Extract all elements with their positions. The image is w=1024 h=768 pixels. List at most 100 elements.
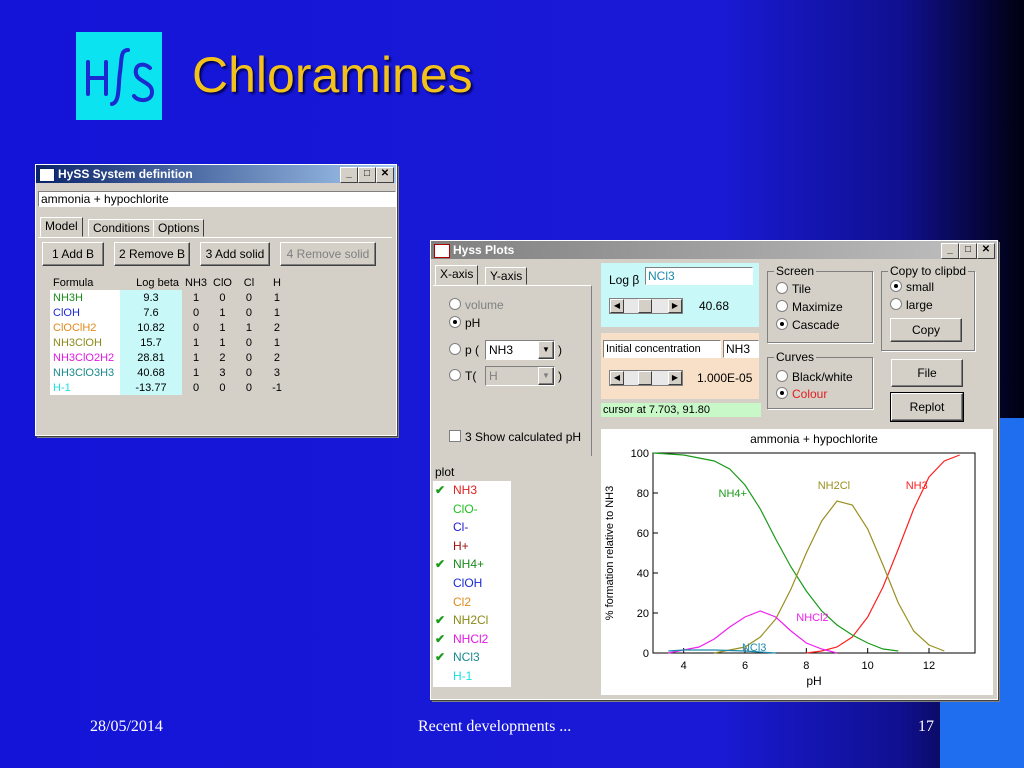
volume-radio[interactable]: volume — [449, 298, 504, 312]
system-definition-titlebar[interactable]: HySS System definition _ □ ✕ — [36, 165, 396, 183]
species-list-item[interactable]: ClO- — [435, 500, 509, 518]
stoichiometry-cell[interactable]: 1 — [210, 320, 235, 335]
log-beta-cell[interactable]: 28.81 — [120, 350, 182, 365]
slider-thumb[interactable] — [638, 371, 652, 385]
formula-cell[interactable]: ClOH — [50, 305, 120, 320]
t-species-select[interactable]: H ▼ — [485, 366, 555, 386]
slider-right-arrow-icon[interactable]: ▶ — [668, 371, 682, 385]
large-radio[interactable]: large — [890, 298, 933, 312]
close-button[interactable]: ✕ — [376, 167, 394, 183]
stoichiometry-cell[interactable]: -1 — [263, 380, 291, 395]
species-list-item[interactable]: ✔ NHCl2 — [435, 630, 509, 648]
tab-x-axis[interactable]: X-axis — [435, 265, 479, 285]
stoichiometry-cell[interactable]: 0 — [235, 335, 263, 350]
remove-solid-button[interactable]: 4 Remove solid — [280, 242, 376, 266]
stoichiometry-cell[interactable]: 0 — [235, 350, 263, 365]
log-beta-cell[interactable]: 15.7 — [120, 335, 182, 350]
stoichiometry-cell[interactable]: 3 — [210, 365, 235, 380]
stoichiometry-cell[interactable]: 1 — [263, 335, 291, 350]
species-list-item[interactable]: ✔ NCl3 — [435, 648, 509, 666]
table-row[interactable]: NH3ClO2H2 28.81 1 2 0 2 — [50, 350, 291, 365]
file-button[interactable]: File — [891, 359, 963, 387]
stoichiometry-cell[interactable]: 0 — [235, 305, 263, 320]
copy-button[interactable]: Copy — [890, 318, 962, 342]
stoichiometry-cell[interactable]: 0 — [182, 305, 210, 320]
slider-thumb[interactable] — [638, 299, 652, 313]
table-row[interactable]: H-1 -13.77 0 0 0 -1 — [50, 380, 291, 395]
chevron-down-icon[interactable]: ▼ — [538, 341, 554, 359]
log-beta-cell[interactable]: 9.3 — [120, 290, 182, 305]
stoichiometry-cell[interactable]: 1 — [182, 335, 210, 350]
species-list-item[interactable]: Cl2 — [435, 593, 509, 611]
log-beta-cell[interactable]: 7.6 — [120, 305, 182, 320]
stoichiometry-cell[interactable]: 3 — [263, 365, 291, 380]
log-beta-cell[interactable]: -13.77 — [120, 380, 182, 395]
stoichiometry-cell[interactable]: 2 — [263, 350, 291, 365]
table-row[interactable]: ClOClH2 10.82 0 1 1 2 — [50, 320, 291, 335]
plots-minimize-button[interactable]: _ — [941, 243, 959, 259]
log-beta-slider[interactable]: ◀ ▶ — [609, 298, 683, 314]
stoichiometry-cell[interactable]: 1 — [263, 290, 291, 305]
formula-cell[interactable]: NH3ClO2H2 — [50, 350, 120, 365]
species-list-item[interactable]: ✔ NH2Cl — [435, 611, 509, 629]
species-list-item[interactable]: H+ — [435, 537, 509, 555]
stoichiometry-cell[interactable]: 1 — [210, 335, 235, 350]
stoichiometry-cell[interactable]: 1 — [235, 320, 263, 335]
species-list-item[interactable]: Cl- — [435, 518, 509, 536]
formula-cell[interactable]: H-1 — [50, 380, 120, 395]
stoichiometry-cell[interactable]: 0 — [210, 290, 235, 305]
stoichiometry-cell[interactable]: 1 — [182, 350, 210, 365]
stoichiometry-cell[interactable]: 0 — [210, 380, 235, 395]
log-beta-species-field[interactable]: NCl3 — [645, 267, 753, 285]
replot-button[interactable]: Replot — [890, 392, 964, 422]
stoichiometry-cell[interactable]: 0 — [235, 290, 263, 305]
show-calculated-ph-checkbox[interactable]: 3 Show calculated pH — [449, 430, 581, 444]
stoichiometry-cell[interactable]: 0 — [182, 320, 210, 335]
tile-radio[interactable]: Tile — [776, 282, 811, 296]
black-white-radio[interactable]: Black/white — [776, 370, 853, 384]
stoichiometry-cell[interactable]: 0 — [235, 365, 263, 380]
plots-titlebar[interactable]: Hyss Plots _ □ ✕ — [431, 241, 997, 259]
colour-radio[interactable]: Colour — [776, 387, 827, 401]
table-row[interactable]: NH3ClOH 15.7 1 1 0 1 — [50, 335, 291, 350]
tab-conditions[interactable]: Conditions — [88, 219, 155, 237]
stoichiometry-cell[interactable]: 1 — [210, 305, 235, 320]
p-species-select[interactable]: NH3 ▼ — [485, 340, 555, 360]
concentration-slider[interactable]: ◀ ▶ — [609, 370, 683, 386]
small-radio[interactable]: small — [890, 280, 934, 294]
tab-model[interactable]: Model — [40, 217, 83, 237]
add-solid-button[interactable]: 3 Add solid — [200, 242, 270, 266]
minimize-button[interactable]: _ — [340, 167, 358, 183]
formula-cell[interactable]: ClOClH2 — [50, 320, 120, 335]
system-name-input[interactable]: ammonia + hypochlorite — [38, 191, 396, 207]
stoichiometry-cell[interactable]: 0 — [235, 380, 263, 395]
log-beta-cell[interactable]: 10.82 — [120, 320, 182, 335]
stoichiometry-cell[interactable]: 1 — [182, 290, 210, 305]
table-row[interactable]: NH3H 9.3 1 0 0 1 — [50, 290, 291, 305]
species-distribution-chart[interactable]: ammonia + hypochlorite pH % formation rela… — [601, 429, 993, 695]
log-beta-cell[interactable]: 40.68 — [120, 365, 182, 380]
chevron-down-icon[interactable]: ▼ — [538, 367, 554, 385]
slider-right-arrow-icon[interactable]: ▶ — [668, 299, 682, 313]
formula-cell[interactable]: NH3ClOH — [50, 335, 120, 350]
maximize-button[interactable]: □ — [358, 167, 376, 183]
table-row[interactable]: NH3ClO3H3 40.68 1 3 0 3 — [50, 365, 291, 380]
formula-cell[interactable]: NH3ClO3H3 — [50, 365, 120, 380]
stoichiometry-cell[interactable]: 2 — [210, 350, 235, 365]
stoichiometry-cell[interactable]: 1 — [263, 305, 291, 320]
remove-b-button[interactable]: 2 Remove B — [114, 242, 190, 266]
species-list-item[interactable]: ✔ NH3 — [435, 481, 509, 499]
slider-left-arrow-icon[interactable]: ◀ — [610, 299, 624, 313]
p-radio[interactable]: p ( — [449, 343, 479, 357]
ph-radio[interactable]: pH — [449, 316, 480, 330]
stoichiometry-cell[interactable]: 1 — [182, 365, 210, 380]
formula-cell[interactable]: NH3H — [50, 290, 120, 305]
species-list-item[interactable]: ✔ NH4+ — [435, 555, 509, 573]
maximize-radio[interactable]: Maximize — [776, 300, 843, 314]
tab-y-axis[interactable]: Y-axis — [485, 267, 528, 285]
stoichiometry-cell[interactable]: 0 — [182, 380, 210, 395]
add-b-button[interactable]: 1 Add B — [42, 242, 104, 266]
stoichiometry-cell[interactable]: 2 — [263, 320, 291, 335]
plots-close-button[interactable]: ✕ — [977, 243, 995, 259]
table-row[interactable]: ClOH 7.6 0 1 0 1 — [50, 305, 291, 320]
